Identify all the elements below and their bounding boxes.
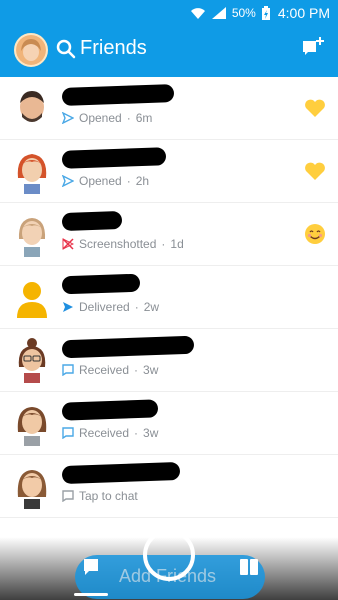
wifi-icon <box>190 6 206 20</box>
yellow-heart-icon <box>304 97 326 119</box>
status-label: Received <box>79 426 130 440</box>
separator-dot: · <box>134 426 139 440</box>
status-bar: 50% 4:00 PM <box>0 0 338 25</box>
search-icon[interactable] <box>56 39 76 59</box>
chat-bubble-icon <box>62 427 74 440</box>
redacted-name <box>61 399 159 421</box>
friend-row[interactable]: Screenshotted · 1d <box>0 203 338 266</box>
bitmoji-avatar <box>12 85 52 131</box>
status-label: Received <box>79 363 130 377</box>
friend-row[interactable]: Received · 3w <box>0 329 338 392</box>
bitmoji-avatar <box>12 211 52 257</box>
status-time: 2w <box>143 300 160 314</box>
smiling-face-icon <box>304 223 326 245</box>
sent-arrow-icon <box>61 174 75 188</box>
header-bar: Friends <box>0 25 338 77</box>
new-chat-icon[interactable] <box>300 35 326 61</box>
stories-icon[interactable] <box>238 557 260 577</box>
friend-status: Tap to chat <box>62 489 138 503</box>
status-time: 2h <box>135 174 150 188</box>
redacted-name <box>61 273 141 295</box>
separator-dot: · <box>134 300 139 314</box>
friend-row[interactable]: Tap to chat <box>0 455 338 518</box>
bottom-nav: Add Friends <box>0 529 338 600</box>
friend-status: Opened · 6m <box>61 111 153 125</box>
status-label: Tap to chat <box>79 489 138 503</box>
bitmoji-avatar <box>12 463 52 509</box>
separator-dot: · <box>126 111 131 125</box>
clock: 4:00 PM <box>277 4 330 21</box>
friend-row[interactable]: Opened · 2h <box>0 140 338 203</box>
friend-row[interactable]: Delivered · 2w <box>0 266 338 329</box>
redacted-name <box>61 335 195 359</box>
separator-dot: · <box>161 237 166 251</box>
battery-percent: 50% <box>231 5 256 20</box>
redacted-name <box>61 461 181 485</box>
capture-button[interactable] <box>143 529 195 581</box>
redacted-name <box>61 210 123 232</box>
signal-icon <box>211 6 226 19</box>
status-time: 3w <box>143 363 159 377</box>
friend-status: Delivered · 2w <box>62 300 159 314</box>
redacted-name <box>61 147 167 169</box>
friends-list: Opened · 6m Opened · 2h Screenshotted · … <box>0 77 338 537</box>
battery-icon <box>261 5 270 20</box>
bitmoji-avatar <box>12 337 52 383</box>
friend-row[interactable]: Received · 3w <box>0 392 338 455</box>
redacted-name <box>61 84 175 106</box>
status-time: 6m <box>135 111 153 125</box>
screenshot-icon <box>62 238 75 250</box>
status-label: Opened <box>79 174 122 188</box>
page-title: Friends <box>80 37 147 59</box>
chat-bubble-icon <box>62 364 74 377</box>
chat-bubble-outline-icon <box>62 490 74 503</box>
profile-avatar[interactable] <box>14 33 48 67</box>
chat-icon[interactable] <box>82 557 102 577</box>
friend-status: Received · 3w <box>62 363 158 377</box>
delivered-arrow-icon <box>62 301 74 313</box>
bitmoji-avatar <box>12 148 52 194</box>
default-avatar <box>12 274 52 320</box>
status-time: 3w <box>143 426 159 440</box>
status-label: Delivered <box>79 300 130 314</box>
friend-status: Screenshotted · 1d <box>62 237 184 251</box>
status-label: Opened <box>79 111 122 125</box>
status-label: Screenshotted <box>79 237 157 251</box>
active-indicator <box>74 593 108 596</box>
friend-row[interactable]: Opened · 6m <box>0 77 338 140</box>
bitmoji-avatar <box>12 400 52 446</box>
yellow-heart-icon <box>304 160 326 182</box>
separator-dot: · <box>134 363 139 377</box>
sent-arrow-icon <box>61 111 75 125</box>
friend-status: Received · 3w <box>62 426 158 440</box>
friend-status: Opened · 2h <box>61 174 150 188</box>
separator-dot: · <box>126 174 131 188</box>
status-time: 1d <box>170 237 184 251</box>
